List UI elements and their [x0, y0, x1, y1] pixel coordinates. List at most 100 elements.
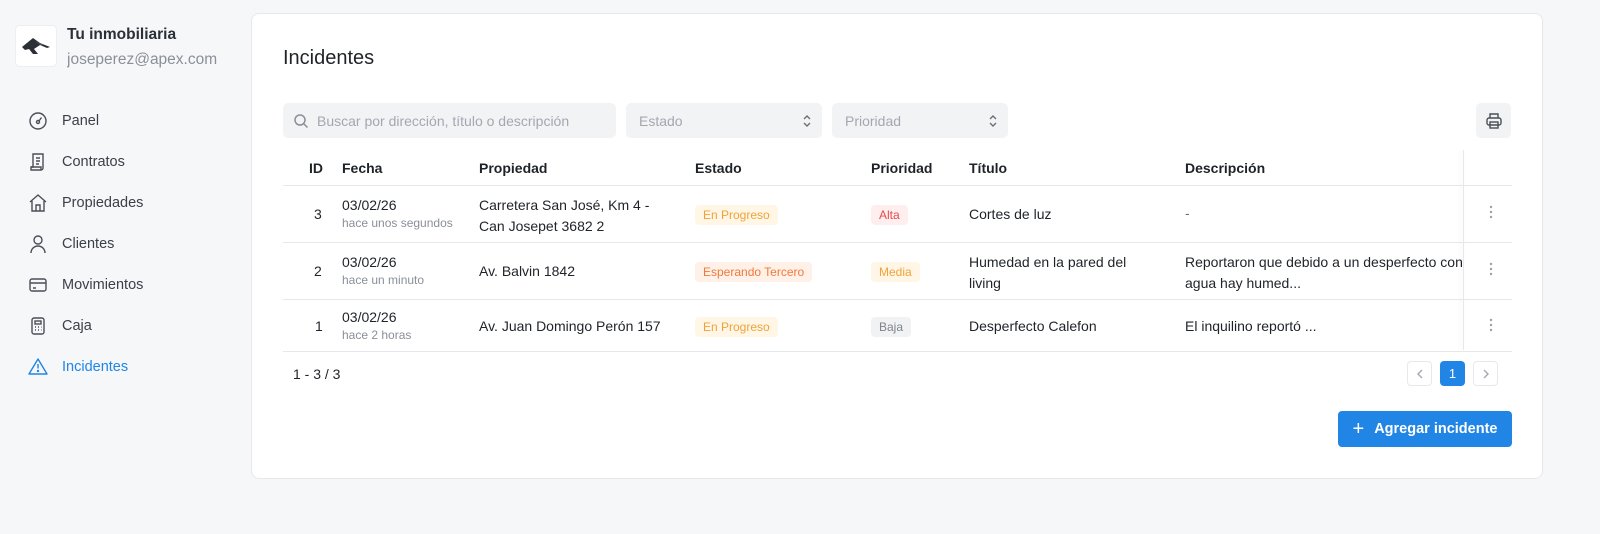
sidebar-item-incidentes[interactable]: Incidentes	[28, 346, 143, 387]
chevron-up-down-icon	[803, 114, 811, 127]
header-fecha[interactable]: Fecha	[342, 160, 382, 176]
contract-icon	[30, 152, 44, 171]
estado-select-placeholder: Estado	[639, 112, 683, 129]
sidebar-item-label: Incidentes	[62, 358, 129, 375]
search-input[interactable]	[317, 112, 607, 129]
header-propiedad[interactable]: Propiedad	[479, 160, 547, 176]
cell-id: 2	[314, 263, 322, 279]
chevron-right-icon	[1483, 369, 1489, 378]
chevron-left-icon	[1416, 369, 1422, 378]
propiedad-line: Carretera San José, Km 4 -	[479, 197, 650, 213]
pagination-summary: 1 - 3 / 3	[293, 366, 341, 382]
header-descripcion[interactable]: Descripción	[1185, 160, 1265, 176]
titulo-line: living	[969, 275, 1001, 291]
header-titulo[interactable]: Título	[969, 160, 1007, 176]
row-menu-button[interactable]	[1488, 204, 1494, 223]
row-menu-button[interactable]	[1488, 261, 1494, 280]
sidebar-item-movimientos[interactable]: Movimientos	[28, 264, 143, 305]
cell-prioridad: Baja	[871, 317, 912, 337]
cell-propiedad: Carretera San José, Km 4 - Can Josepet 3…	[479, 195, 649, 237]
titulo-line: Humedad en la pared del	[969, 254, 1127, 270]
pagination: 1	[1407, 361, 1498, 386]
table-row[interactable]: 3 03/02/26 hace unos segundos Carretera …	[283, 186, 1512, 243]
cell-propiedad: Av. Juan Domingo Perón 157	[479, 318, 661, 334]
cell-prioridad: Alta	[871, 205, 908, 225]
fecha-relative: hace 2 horas	[342, 328, 412, 342]
cell-estado: En Progreso	[695, 205, 778, 225]
gauge-icon	[29, 111, 47, 130]
more-vertical-icon	[1489, 318, 1493, 332]
sidebar-item-label: Caja	[62, 317, 92, 334]
cell-propiedad: Av. Balvin 1842	[479, 263, 575, 279]
search-box[interactable]	[283, 103, 616, 138]
status-badge: Esperando Tercero	[695, 262, 813, 282]
more-vertical-icon	[1489, 262, 1493, 276]
sidebar-item-label: Panel	[62, 112, 100, 129]
brand-name: Tu inmobiliaria	[67, 26, 177, 43]
more-vertical-icon	[1489, 205, 1493, 219]
credit-card-icon	[29, 277, 47, 292]
sidebar-item-contratos[interactable]: Contratos	[28, 141, 143, 182]
brand[interactable]: Tu inmobiliaria joseperez@apex.com	[16, 26, 227, 70]
header-estado[interactable]: Estado	[695, 160, 742, 176]
cell-estado: Esperando Tercero	[695, 262, 813, 282]
cell-fecha: 03/02/26 hace 2 horas	[342, 309, 411, 342]
house-logo-icon	[16, 26, 56, 66]
cell-titulo: Desperfecto Calefon	[969, 318, 1097, 334]
add-incident-button[interactable]: + Agregar incidente	[1338, 411, 1512, 447]
fecha-relative: hace un minuto	[342, 273, 425, 287]
user-icon	[30, 234, 46, 253]
sidebar: Tu inmobiliaria joseperez@apex.com Panel…	[0, 0, 250, 534]
add-incident-label: Agregar incidente	[1374, 421, 1498, 437]
table-row[interactable]: 1 03/02/26 hace 2 horas Av. Juan Domingo…	[283, 300, 1512, 352]
sidebar-item-panel[interactable]: Panel	[28, 100, 143, 141]
propiedad-line: Can Josepet 3682 2	[479, 218, 605, 234]
sidebar-item-label: Contratos	[62, 153, 125, 170]
cell-descripcion: -	[1185, 205, 1190, 221]
next-page-button[interactable]	[1473, 361, 1498, 386]
cell-estado: En Progreso	[695, 317, 778, 337]
sidebar-item-caja[interactable]: Caja	[28, 305, 143, 346]
estado-select[interactable]: Estado	[626, 103, 822, 138]
cell-fecha: 03/02/26 hace unos segundos	[342, 197, 453, 230]
priority-badge: Baja	[871, 317, 912, 337]
search-icon	[294, 113, 309, 128]
sidebar-item-label: Propiedades	[62, 194, 144, 211]
descripcion-line: agua hay humed...	[1185, 275, 1301, 291]
fecha-date: 03/02/26	[342, 254, 397, 270]
sidebar-item-label: Movimientos	[62, 276, 144, 293]
cell-prioridad: Media	[871, 262, 920, 282]
chevron-up-down-icon	[989, 114, 997, 127]
sidebar-item-propiedades[interactable]: Propiedades	[28, 182, 143, 223]
status-badge: En Progreso	[695, 205, 778, 225]
fecha-date: 03/02/26	[342, 309, 397, 325]
cell-titulo: Cortes de luz	[969, 206, 1052, 222]
header-id[interactable]: ID	[309, 160, 323, 176]
user-email: joseperez@apex.com	[67, 51, 218, 68]
printer-icon	[1485, 112, 1502, 129]
incidents-table: ID Fecha Propiedad Estado Prioridad Títu…	[283, 150, 1512, 352]
filters-bar: Estado Prioridad	[283, 103, 1008, 138]
prev-page-button[interactable]	[1407, 361, 1432, 386]
calculator-icon	[31, 316, 45, 335]
header-prioridad[interactable]: Prioridad	[871, 160, 932, 176]
plus-icon: +	[1352, 418, 1365, 440]
print-button[interactable]	[1476, 103, 1511, 138]
warning-triangle-icon	[28, 357, 48, 375]
row-menu-button[interactable]	[1488, 317, 1494, 336]
cell-titulo: Humedad en la pared del living	[969, 252, 1126, 294]
main-card: Incidentes Estado Prioridad ID Fecha Pro…	[251, 13, 1543, 479]
cell-id: 1	[315, 318, 323, 334]
cell-descripcion: Reportaron que debido a un desperfecto c…	[1185, 252, 1467, 294]
prioridad-select[interactable]: Prioridad	[832, 103, 1008, 138]
table-row[interactable]: 2 03/02/26 hace un minuto Av. Balvin 184…	[283, 243, 1512, 300]
sidebar-item-clientes[interactable]: Clientes	[28, 223, 143, 264]
page-title: Incidentes	[283, 47, 375, 69]
prioridad-select-placeholder: Prioridad	[845, 112, 902, 129]
descripcion-line: Reportaron que debido a un desperfecto c…	[1185, 254, 1463, 270]
page-button-current[interactable]: 1	[1440, 361, 1465, 386]
sticky-column-divider	[1463, 150, 1464, 350]
table-header: ID Fecha Propiedad Estado Prioridad Títu…	[283, 150, 1512, 186]
cell-fecha: 03/02/26 hace un minuto	[342, 254, 424, 287]
status-badge: En Progreso	[695, 317, 778, 337]
